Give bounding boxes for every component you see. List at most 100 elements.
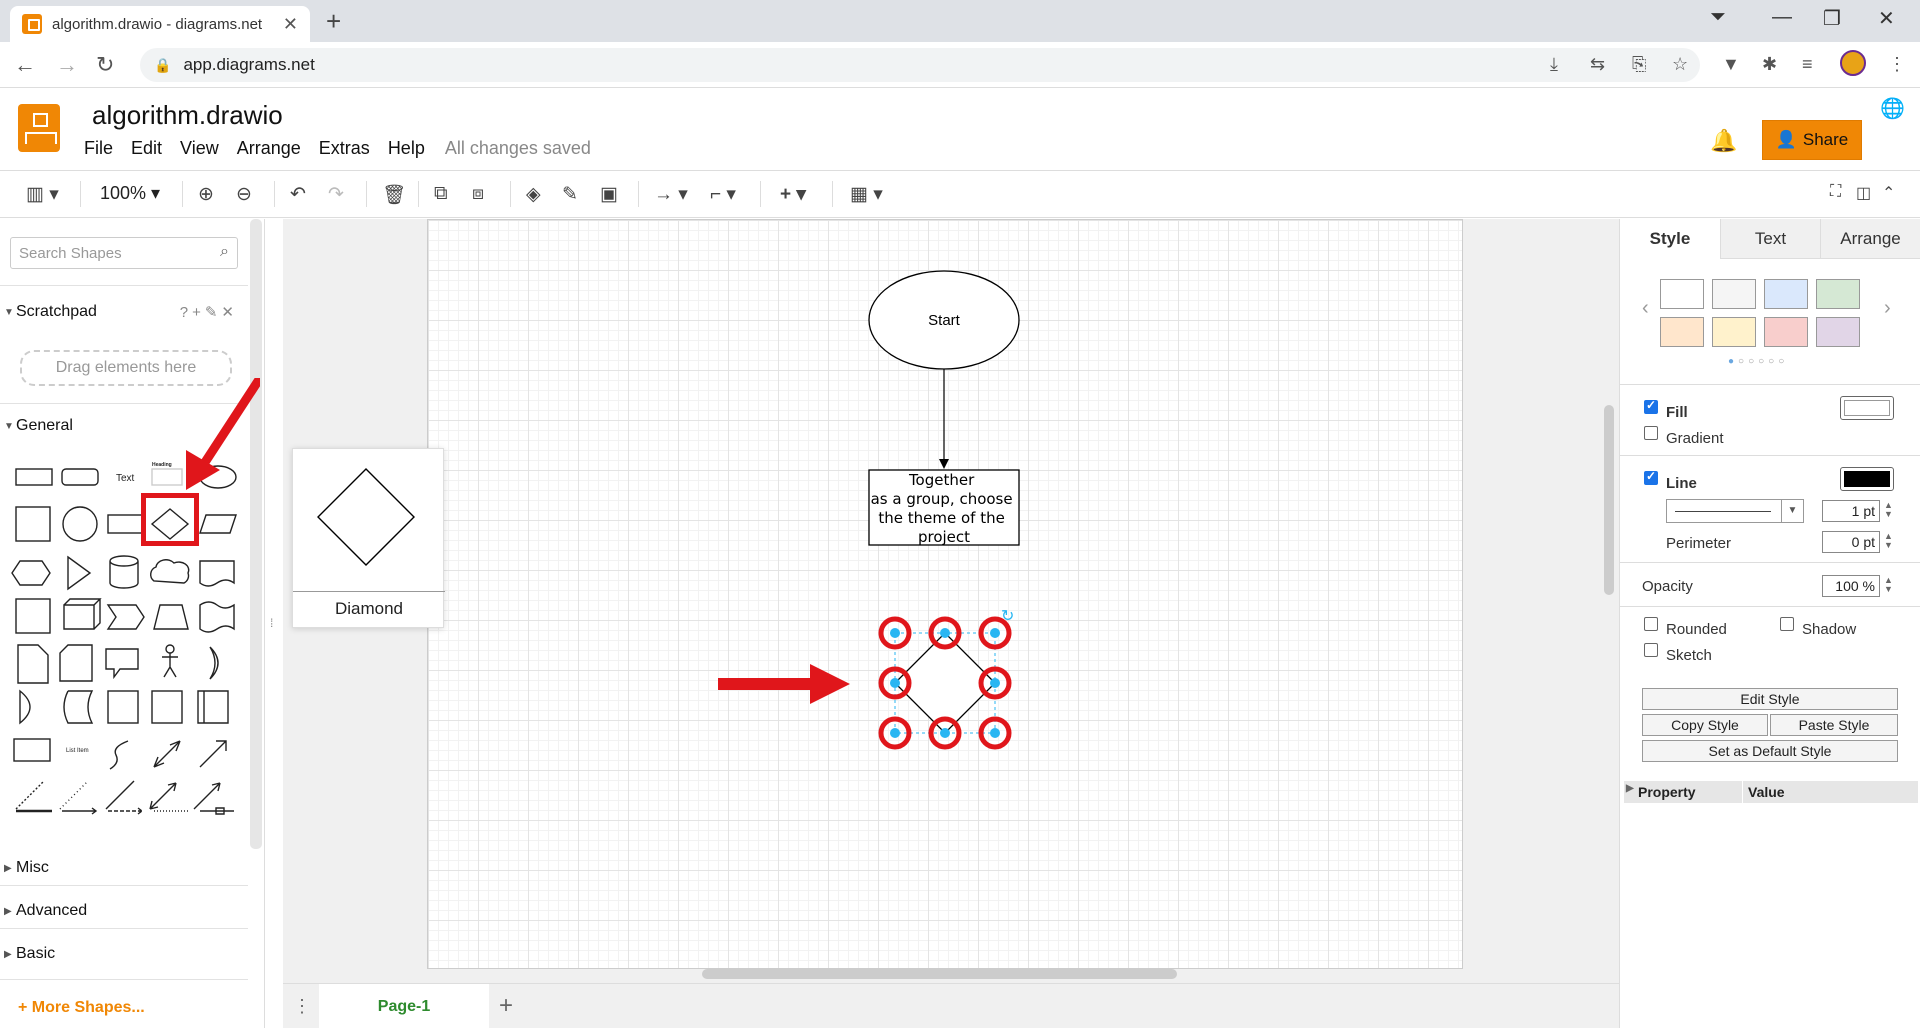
sidebar-splitter-handle[interactable]: ⁞	[270, 616, 273, 630]
line-color-button[interactable]	[1840, 467, 1894, 491]
url-field[interactable]: 🔒 app.diagrams.net	[140, 48, 1700, 82]
new-tab-button[interactable]: +	[326, 8, 341, 34]
edit-style-button[interactable]: Edit Style	[1642, 688, 1898, 710]
forward-icon[interactable]: →	[56, 52, 78, 78]
search-icon[interactable]: ⌕	[220, 243, 229, 261]
style-swatch[interactable]	[1816, 317, 1860, 347]
insert-icon[interactable]: + ▾	[780, 183, 806, 206]
scratchpad-actions[interactable]: ?+✎✕	[180, 303, 238, 321]
style-swatch[interactable]	[1764, 317, 1808, 347]
tab-text[interactable]: Text	[1720, 219, 1820, 259]
more-shapes-button[interactable]: + More Shapes...	[18, 999, 145, 1017]
format-toggle-icon[interactable]: ◫	[1856, 183, 1871, 203]
zoom-dropdown[interactable]: 100% ▾	[100, 183, 160, 204]
language-globe-icon[interactable]: 🌐	[1880, 96, 1905, 121]
add-page-button[interactable]: +	[499, 992, 513, 1020]
to-front-icon[interactable]: ⧉	[434, 183, 448, 205]
fill-color-button[interactable]	[1840, 396, 1894, 420]
style-swatch[interactable]	[1764, 279, 1808, 309]
profile-menu-icon[interactable]: ⏷	[1710, 6, 1726, 29]
fill-color-icon[interactable]: ◈	[526, 183, 541, 206]
paste-style-button[interactable]: Paste Style	[1770, 714, 1898, 736]
bookmark-star-icon[interactable]: ☆	[1672, 54, 1688, 75]
rotate-handle-icon[interactable]: ↻	[1001, 606, 1014, 625]
pages-menu-icon[interactable]: ⋮	[293, 996, 311, 1017]
shadow-icon[interactable]: ▣	[600, 183, 618, 206]
reading-list-icon[interactable]: ≡	[1802, 54, 1813, 75]
page-tab[interactable]: Page-1	[319, 984, 489, 1028]
line-color-icon[interactable]: ✎	[562, 183, 578, 206]
set-default-style-button[interactable]: Set as Default Style	[1642, 740, 1898, 762]
back-icon[interactable]: ←	[14, 52, 36, 78]
fullscreen-icon[interactable]: ⛶	[1830, 183, 1841, 201]
redo-icon[interactable]: ↷	[328, 183, 344, 206]
swatch-page-dots[interactable]: ●○○○○○	[1728, 356, 1788, 367]
menu-help[interactable]: Help	[388, 138, 425, 159]
sketch-checkbox[interactable]	[1644, 643, 1658, 657]
zoom-out-icon[interactable]: ⊖	[236, 183, 252, 206]
tab-style[interactable]: Style	[1620, 219, 1720, 259]
fill-checkbox[interactable]	[1644, 398, 1658, 414]
connection-icon[interactable]: → ▾	[654, 183, 688, 206]
expand-triangle-icon[interactable]: ▶	[1626, 783, 1634, 794]
browser-tab[interactable]: algorithm.drawio - diagrams.net ✕	[10, 6, 310, 42]
menu-arrange[interactable]: Arrange	[237, 138, 301, 159]
canvas-horizontal-scrollbar[interactable]	[702, 969, 1177, 979]
maximize-button[interactable]: ❐	[1823, 6, 1841, 31]
close-window-button[interactable]: ✕	[1878, 6, 1895, 31]
menu-edit[interactable]: Edit	[131, 138, 162, 159]
spinner-icon[interactable]: ▲ ▼	[1884, 501, 1893, 519]
notification-bell-icon[interactable]: 🔔	[1710, 128, 1737, 154]
spinner-icon[interactable]: ▲ ▼	[1884, 576, 1893, 594]
reload-icon[interactable]: ↻	[96, 52, 114, 78]
canvas-vertical-scrollbar[interactable]	[1604, 405, 1614, 595]
line-checkbox[interactable]	[1644, 469, 1658, 485]
style-swatch[interactable]	[1712, 279, 1756, 309]
sidebar-scrollbar[interactable]	[250, 219, 262, 849]
puzzle-icon[interactable]: ✱	[1762, 54, 1777, 75]
style-swatch[interactable]	[1816, 279, 1860, 309]
save-status[interactable]: All changes saved	[445, 138, 591, 159]
document-title[interactable]: algorithm.drawio	[92, 100, 283, 131]
undo-icon[interactable]: ↶	[290, 183, 306, 206]
table-icon[interactable]: ▦ ▾	[850, 183, 883, 206]
delete-icon[interactable]: 🗑	[382, 183, 406, 207]
menu-view[interactable]: View	[180, 138, 219, 159]
copy-style-button[interactable]: Copy Style	[1642, 714, 1768, 736]
opacity-input[interactable]: 100 %	[1822, 575, 1880, 597]
avatar[interactable]	[1840, 50, 1866, 76]
misc-header[interactable]: ▶ Misc	[0, 859, 248, 877]
waypoints-icon[interactable]: ⌐ ▾	[710, 183, 736, 206]
style-swatch[interactable]	[1660, 317, 1704, 347]
share-button[interactable]: 👤 Share	[1762, 120, 1862, 160]
browser-menu-icon[interactable]: ⋮	[1888, 54, 1906, 75]
advanced-header[interactable]: ▶ Advanced	[0, 902, 248, 920]
scratchpad-header[interactable]: ▼ Scratchpad ?+✎✕	[0, 303, 248, 321]
tab-arrange[interactable]: Arrange	[1820, 219, 1920, 259]
close-tab-icon[interactable]: ✕	[283, 14, 298, 35]
gradient-checkbox[interactable]	[1644, 426, 1658, 440]
perimeter-input[interactable]: 0 pt	[1822, 531, 1880, 553]
rounded-checkbox[interactable]	[1644, 617, 1658, 631]
zoom-in-icon[interactable]: ⊕	[198, 183, 214, 206]
style-swatch[interactable]	[1660, 279, 1704, 309]
style-swatch[interactable]	[1712, 317, 1756, 347]
line-pattern-select[interactable]: ▼	[1666, 499, 1804, 523]
format-panel-toggle-icon[interactable]: ▥ ▾	[26, 183, 59, 206]
shadow-checkbox[interactable]	[1780, 617, 1794, 631]
download-icon[interactable]: ⤓	[1550, 54, 1558, 75]
translate-icon[interactable]: ⇆	[1590, 54, 1605, 75]
search-shapes-input[interactable]: Search Shapes ⌕	[10, 237, 238, 269]
basic-header[interactable]: ▶ Basic	[0, 945, 248, 963]
line-width-input[interactable]: 1 pt	[1822, 500, 1880, 522]
spinner-icon[interactable]: ▲ ▼	[1884, 532, 1893, 550]
share-page-icon[interactable]: ⎘	[1632, 54, 1646, 75]
swatch-prev-icon[interactable]: ‹	[1642, 297, 1649, 320]
extension-icon[interactable]: ▼	[1722, 54, 1740, 75]
to-back-icon[interactable]: ⧈	[472, 183, 484, 205]
collapse-icon[interactable]: ⌃	[1882, 183, 1895, 203]
swatch-next-icon[interactable]: ›	[1884, 297, 1891, 320]
minimize-button[interactable]: —	[1772, 6, 1792, 29]
menu-file[interactable]: File	[84, 138, 113, 159]
menu-extras[interactable]: Extras	[319, 138, 370, 159]
